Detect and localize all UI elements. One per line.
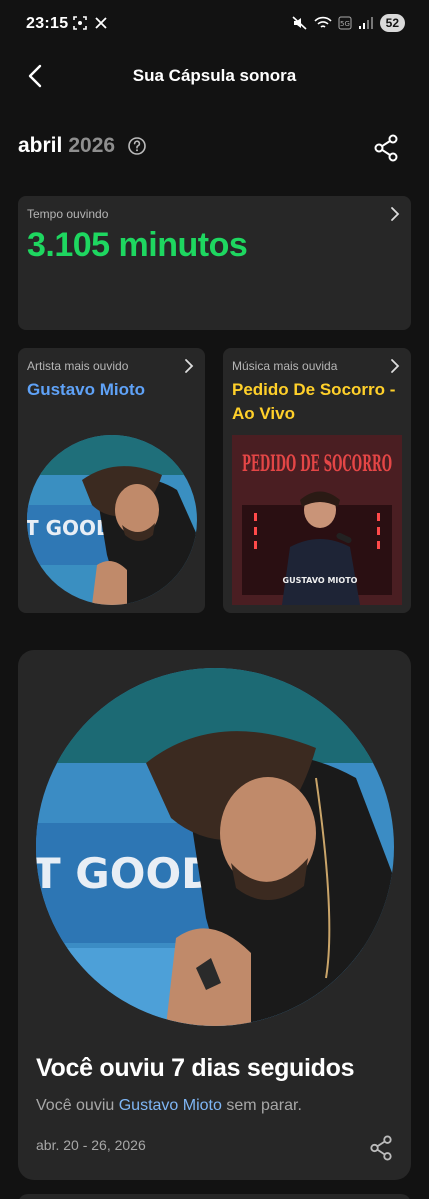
top-song-label: Música mais ouvida [232,359,338,373]
screenshot-icon [73,16,87,30]
streak-artist-link[interactable]: Gustavo Mioto [119,1097,222,1114]
streak-subtitle: Você ouviu Gustavo Mioto sem parar. [36,1097,302,1114]
artist-photo-large: T GOODBYE [36,668,394,1026]
svg-text:GUSTAVO MIOTO: GUSTAVO MIOTO [283,576,358,585]
top-artist-name: Gustavo Mioto [27,380,146,399]
network-5g-icon: 5G [338,16,352,30]
app-bar: Sua Cápsula sonora [0,52,429,100]
period-selector: abril 2026 [18,134,147,158]
next-card-peek [18,1194,411,1199]
top-artist-label: Artista mais ouvido [27,359,129,373]
streak-card[interactable]: T GOODBYE Você ouviu 7 dias seguidos Voc… [18,650,411,1180]
streak-date-range: abr. 20 - 26, 2026 [36,1137,146,1153]
period-month: abril [18,134,63,157]
status-time: 23:15 [26,15,69,32]
signal-icon [358,17,373,29]
battery-indicator: 52 [379,14,405,32]
artist-avatar: T GOODBYE [27,435,197,605]
top-song-card[interactable]: Música mais ouvida Pedido De Socorro - A… [223,348,411,613]
help-icon[interactable] [127,136,147,156]
share-icon [370,1135,392,1161]
streak-share-button[interactable] [369,1135,393,1161]
listening-time-card[interactable]: Tempo ouvindo 3.105 minutos [18,196,411,330]
period-year: 2026 [68,134,116,157]
svg-text:PEDIDO DE SOCORRO: PEDIDO DE SOCORRO [242,451,392,477]
status-bar: 23:15 5G 52 [0,0,429,48]
x-app-icon [95,17,107,29]
listening-time-value: 3.105 minutos [27,226,248,264]
chevron-right-icon [391,359,400,373]
share-button[interactable] [373,134,399,162]
share-icon [374,134,398,162]
chevron-right-icon [391,207,400,221]
mute-icon [292,16,307,30]
chevron-right-icon [185,359,194,373]
album-cover: PEDIDO DE SOCORRO GUSTAVO MIOTO [232,435,402,605]
wifi-icon [314,16,332,28]
svg-text:5G: 5G [340,20,350,28]
top-song-name: Pedido De Socorro - Ao Vivo [232,380,396,423]
listening-time-label: Tempo ouvindo [27,207,109,221]
streak-title: Você ouviu 7 dias seguidos [36,1054,355,1082]
page-title: Sua Cápsula sonora [132,66,297,85]
top-artist-card[interactable]: Artista mais ouvido Gustavo Mioto T GOOD… [18,348,205,613]
